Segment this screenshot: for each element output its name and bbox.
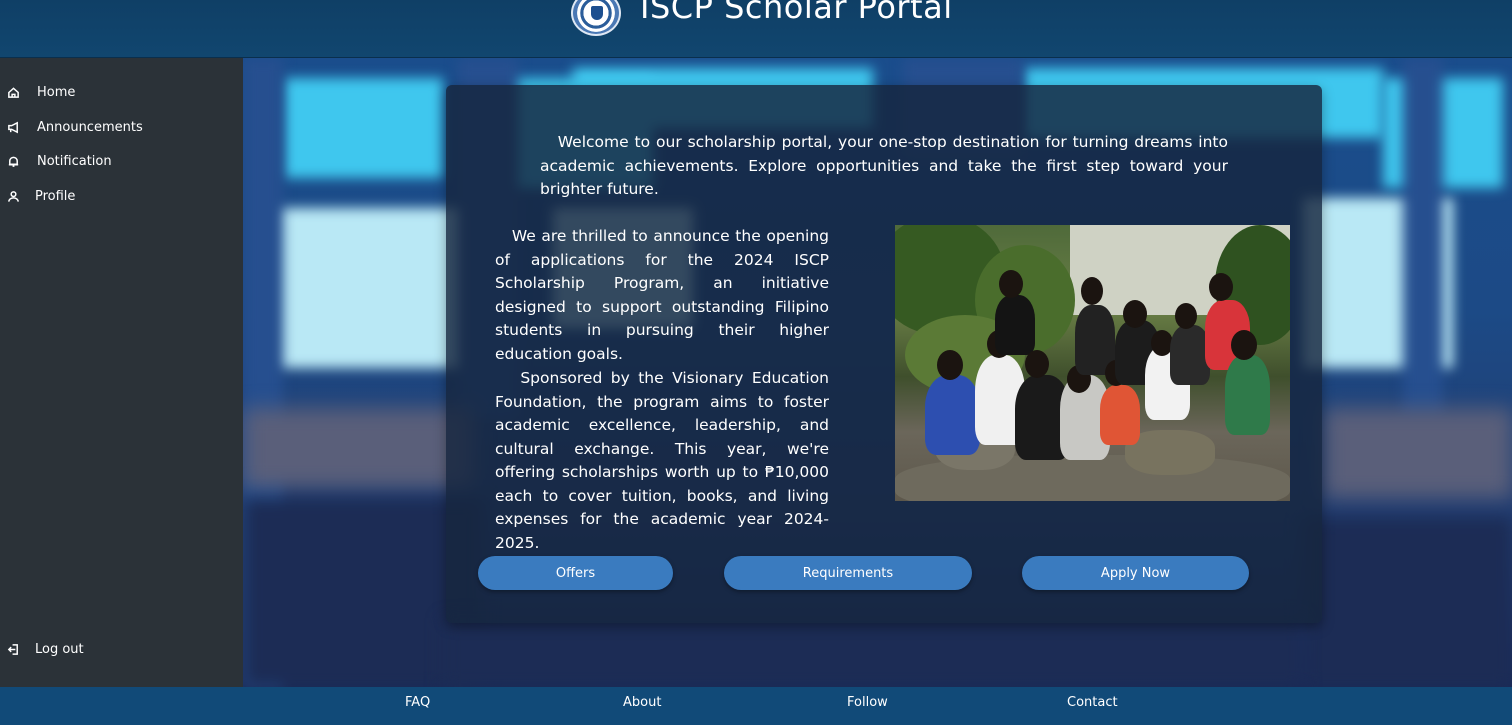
footer-link-follow[interactable]: Follow — [847, 695, 888, 710]
sidebar-item-label: Notification — [37, 154, 112, 169]
page-title: ISCP Scholar Portal — [640, 0, 953, 26]
sponsor-paragraph: Sponsored by the Visionary Education Fou… — [495, 369, 829, 552]
sidebar-item-home[interactable]: Home — [6, 85, 75, 100]
footer-link-contact[interactable]: Contact — [1067, 695, 1118, 710]
footer: FAQ About Follow Contact — [0, 687, 1512, 725]
sidebar: Home Announcements Notification Profile … — [0, 58, 243, 687]
sidebar-item-notification[interactable]: Notification — [6, 154, 112, 169]
welcome-card: Welcome to our scholarship portal, your … — [446, 85, 1322, 623]
logout-label: Log out — [35, 642, 84, 657]
intro-text: Welcome to our scholarship portal, your … — [540, 133, 1228, 198]
sidebar-item-profile[interactable]: Profile — [6, 189, 75, 204]
apply-now-button[interactable]: Apply Now — [1022, 556, 1249, 590]
user-icon — [6, 190, 20, 204]
logout-button[interactable]: Log out — [6, 642, 84, 657]
logout-icon — [6, 643, 20, 657]
footer-link-about[interactable]: About — [623, 695, 661, 710]
sidebar-item-label: Profile — [35, 189, 76, 204]
offers-button[interactable]: Offers — [478, 556, 673, 590]
sidebar-item-label: Home — [37, 85, 76, 100]
megaphone-icon — [6, 121, 20, 135]
school-seal-logo — [571, 0, 621, 36]
bell-icon — [6, 155, 20, 169]
home-icon — [6, 86, 20, 100]
scholars-group-photo — [895, 225, 1290, 501]
announcement-paragraph: We are thrilled to announce the opening … — [495, 227, 829, 363]
sidebar-item-label: Announcements — [37, 120, 143, 135]
requirements-button[interactable]: Requirements — [724, 556, 972, 590]
footer-link-faq[interactable]: FAQ — [405, 695, 430, 710]
top-header: ISCP Scholar Portal — [0, 0, 1512, 58]
sidebar-item-announcements[interactable]: Announcements — [6, 120, 143, 135]
